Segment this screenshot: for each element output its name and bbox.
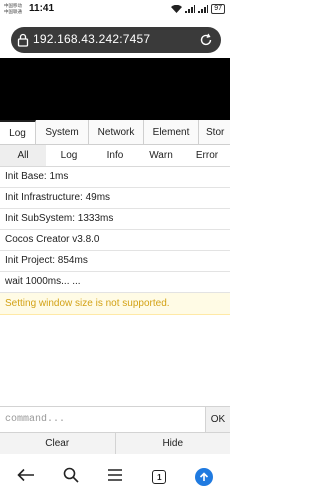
tab-element[interactable]: Element [144,120,199,144]
filter-log[interactable]: Log [46,145,92,166]
browser-nav-bar: 1 [0,454,230,500]
log-entry: wait 1000ms... ... [0,272,230,293]
tab-system[interactable]: System [36,120,89,144]
menu-button[interactable] [103,465,127,489]
log-entry-warning: Setting window size is not supported. [0,293,230,315]
battery-icon: 97 [211,4,225,14]
arrow-up-icon [194,468,213,486]
reload-icon[interactable] [199,33,213,52]
arrow-left-icon [17,468,35,487]
address-bar-area: 192.168.43.242:7457 [0,22,230,58]
search-button[interactable] [59,465,83,489]
signal-icon [185,5,196,13]
filter-warn[interactable]: Warn [138,145,184,166]
command-input[interactable] [0,407,205,432]
clock: 11:41 [29,3,55,14]
status-bar: 中国移动 中国联通 11:41 97 [0,0,230,22]
search-icon [63,467,79,488]
log-filter-bar: All Log Info Warn Error [0,145,230,167]
url-text[interactable]: 192.168.43.242:7457 [33,32,150,46]
carrier-2: 中国联通 [4,9,22,14]
menu-icon [107,468,123,486]
tabs-button[interactable]: 1 [147,465,171,489]
ok-button[interactable]: OK [205,407,230,432]
filter-all[interactable]: All [0,145,46,166]
address-bar[interactable]: 192.168.43.242:7457 [11,27,221,53]
log-entry: Init SubSystem: 1333ms [0,209,230,230]
tab-count-icon: 1 [152,470,167,484]
tab-log[interactable]: Log [0,120,36,144]
clear-button[interactable]: Clear [0,433,115,454]
game-canvas[interactable] [0,58,230,120]
log-list: Init Base: 1ms Init Infrastructure: 49ms… [0,167,230,315]
filter-info[interactable]: Info [92,145,138,166]
tab-storage[interactable]: Stor [199,120,230,144]
signal-icon-2 [198,5,209,13]
log-entry: Init Infrastructure: 49ms [0,188,230,209]
console-actions: Clear Hide [0,432,230,454]
log-entry: Init Project: 854ms [0,251,230,272]
carrier-info: 中国移动 中国联通 [4,3,22,15]
tab-network[interactable]: Network [89,120,144,144]
wifi-icon [171,5,183,13]
command-bar: OK [0,406,230,432]
console-tabs: Log System Network Element Stor [0,120,230,145]
scroll-up-button[interactable] [192,465,216,489]
log-entry: Init Base: 1ms [0,167,230,188]
hide-button[interactable]: Hide [114,433,231,454]
filter-error[interactable]: Error [184,145,230,166]
back-button[interactable] [14,465,38,489]
lock-icon [17,33,29,52]
status-icons: 97 [171,4,225,14]
log-entry: Cocos Creator v3.8.0 [0,230,230,251]
